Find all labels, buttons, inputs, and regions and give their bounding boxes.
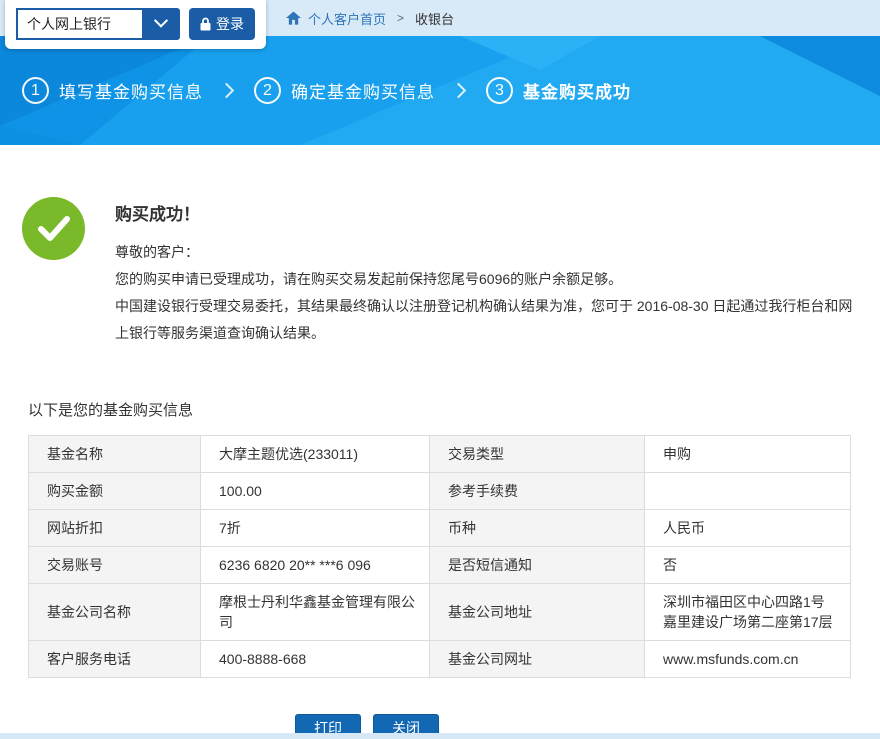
fund-purchase-success-page: 个人网上银行 登录 个人客户首页 > 收银台: [0, 0, 880, 739]
success-line1: 您的购买申请已受理成功，请在购买交易发起前保持您尾号6096的账户余额足够。: [115, 266, 865, 293]
table-row: 网站折扣 7折 币种 人民币: [29, 510, 851, 547]
success-paragraph: 尊敬的客户： 您的购买申请已受理成功，请在购买交易发起前保持您尾号6096的账户…: [115, 239, 865, 347]
table-row: 基金名称 大摩主题优选(233011) 交易类型 申购: [29, 436, 851, 473]
step-2-label: 确定基金购买信息: [291, 78, 435, 103]
detail-value: 摩根士丹利华鑫基金管理有限公司: [201, 584, 430, 641]
detail-value: [645, 473, 851, 510]
breadcrumb-current: 收银台: [415, 9, 454, 28]
table-row: 交易账号 6236 6820 20** ***6 096 是否短信通知 否: [29, 547, 851, 584]
step-indicator: 1 填写基金购买信息 2 确定基金购买信息 3 基金购买成功: [22, 36, 631, 145]
step-1: 1 填写基金购买信息: [22, 77, 203, 104]
detail-label: 基金公司名称: [29, 584, 201, 641]
breadcrumb-separator: >: [397, 11, 404, 25]
top-bar: 个人网上银行 登录 个人客户首页 > 收银台: [0, 0, 880, 36]
step-1-number: 1: [22, 77, 49, 104]
success-title: 购买成功！: [115, 200, 865, 225]
success-text: 购买成功！ 尊敬的客户： 您的购买申请已受理成功，请在购买交易发起前保持您尾号6…: [115, 197, 865, 347]
login-label: 登录: [216, 14, 244, 34]
site-switcher-select[interactable]: 个人网上银行: [16, 8, 180, 40]
step-separator-icon: [219, 83, 235, 99]
detail-label: 基金公司地址: [430, 584, 645, 641]
detail-value: 400-8888-668: [201, 641, 430, 678]
detail-value: www.msfunds.com.cn: [645, 641, 851, 678]
detail-label: 基金公司网址: [430, 641, 645, 678]
success-line2: 中国建设银行受理交易委托，其结果最终确认以注册登记机构确认结果为准，您可于 20…: [115, 293, 865, 347]
breadcrumb: 个人客户首页 > 收银台: [286, 0, 454, 36]
step-2-number: 2: [254, 77, 281, 104]
success-check-icon: [22, 197, 85, 260]
detail-value: 大摩主题优选(233011): [201, 436, 430, 473]
detail-label: 交易类型: [430, 436, 645, 473]
step-2: 2 确定基金购买信息: [254, 77, 435, 104]
success-message-block: 购买成功！ 尊敬的客户： 您的购买申请已受理成功，请在购买交易发起前保持您尾号6…: [22, 197, 880, 347]
detail-value: 申购: [645, 436, 851, 473]
step-separator-icon: [451, 83, 467, 99]
detail-value: 人民币: [645, 510, 851, 547]
footer-strip: [0, 733, 880, 739]
step-1-label: 填写基金购买信息: [59, 78, 203, 103]
step-3-number: 3: [486, 77, 513, 104]
detail-value: 100.00: [201, 473, 430, 510]
fund-details-table: 基金名称 大摩主题优选(233011) 交易类型 申购 购买金额 100.00 …: [28, 435, 851, 678]
detail-label: 基金名称: [29, 436, 201, 473]
account-panel: 个人网上银行 登录: [5, 0, 266, 49]
login-button[interactable]: 登录: [189, 8, 255, 40]
detail-value: 深圳市福田区中心四路1号嘉里建设广场第二座第17层: [645, 584, 851, 641]
step-3-current: 3 基金购买成功: [486, 77, 631, 104]
detail-value: 否: [645, 547, 851, 584]
detail-value: 7折: [201, 510, 430, 547]
detail-label: 网站折扣: [29, 510, 201, 547]
breadcrumb-home-link[interactable]: 个人客户首页: [308, 9, 386, 28]
detail-label: 交易账号: [29, 547, 201, 584]
detail-label: 是否短信通知: [430, 547, 645, 584]
detail-label: 币种: [430, 510, 645, 547]
table-row: 客户服务电话 400-8888-668 基金公司网址 www.msfunds.c…: [29, 641, 851, 678]
table-row: 购买金额 100.00 参考手续费: [29, 473, 851, 510]
detail-label: 客户服务电话: [29, 641, 201, 678]
hero-banner: 1 填写基金购买信息 2 确定基金购买信息 3 基金购买成功: [0, 36, 880, 145]
detail-label: 购买金额: [29, 473, 201, 510]
detail-label: 参考手续费: [430, 473, 645, 510]
details-heading: 以下是您的基金购买信息: [28, 399, 880, 420]
detail-value: 6236 6820 20** ***6 096: [201, 547, 430, 584]
lock-icon: [200, 17, 211, 31]
home-icon: [286, 11, 301, 25]
success-salutation: 尊敬的客户：: [115, 239, 865, 266]
site-switcher-value: 个人网上银行: [16, 8, 142, 40]
step-3-label: 基金购买成功: [523, 78, 631, 103]
chevron-down-icon[interactable]: [142, 8, 180, 40]
table-row: 基金公司名称 摩根士丹利华鑫基金管理有限公司 基金公司地址 深圳市福田区中心四路…: [29, 584, 851, 641]
